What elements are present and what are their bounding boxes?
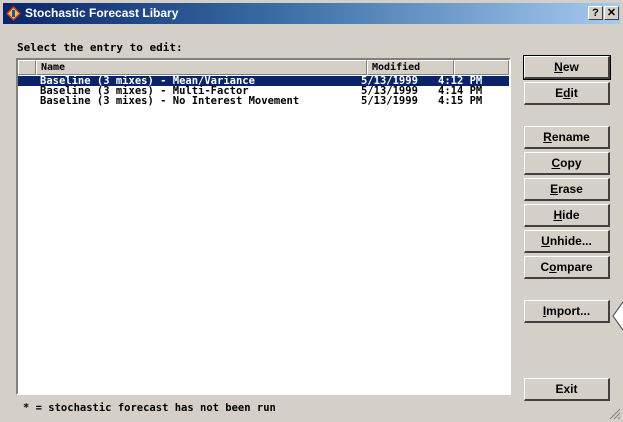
title-bar[interactable]: Stochastic Forecast Libary ? ✕ <box>3 3 620 24</box>
list-item-time: 4:15 PM <box>438 95 483 107</box>
column-header-modified[interactable]: Modified <box>367 60 454 75</box>
resize-grip-icon[interactable] <box>609 408 621 420</box>
rename-button[interactable]: Rename <box>524 126 610 149</box>
list-item-name: Baseline (3 mixes) - No Interest Movemen… <box>40 95 300 107</box>
column-header-stub <box>18 60 36 75</box>
erase-button[interactable]: Erase <box>524 178 610 201</box>
exit-button[interactable]: Exit <box>524 378 610 401</box>
list-rows: Baseline (3 mixes) - Mean/Variance 5/13/1… <box>18 76 509 106</box>
close-button[interactable]: ✕ <box>604 6 619 20</box>
help-button[interactable]: ? <box>588 6 603 20</box>
pointer-arrow-icon <box>612 302 623 330</box>
app-icon <box>6 6 21 21</box>
import-button[interactable]: Import... <box>524 300 610 323</box>
list-item-date: 5/13/1999 <box>361 95 418 107</box>
hide-button[interactable]: Hide <box>524 204 610 227</box>
list-item[interactable]: Baseline (3 mixes) - No Interest Movemen… <box>18 95 509 107</box>
column-header-filler <box>454 60 509 75</box>
unhide-button[interactable]: Unhide... <box>524 230 610 253</box>
footer-note: * = stochastic forecast has not been run <box>23 402 276 414</box>
compare-button[interactable]: Compare <box>524 256 610 279</box>
edit-button[interactable]: Edit <box>524 82 610 105</box>
column-header-name[interactable]: Name <box>36 60 367 75</box>
window-title: Stochastic Forecast Libary <box>25 6 179 20</box>
copy-button[interactable]: Copy <box>524 152 610 175</box>
new-button[interactable]: New <box>523 55 611 80</box>
entry-list[interactable]: Name Modified Baseline (3 mixes) - Mean/… <box>16 58 511 395</box>
instruction-label: Select the entry to edit: <box>17 41 183 54</box>
dialog-window: Stochastic Forecast Libary ? ✕ Select th… <box>0 0 623 422</box>
